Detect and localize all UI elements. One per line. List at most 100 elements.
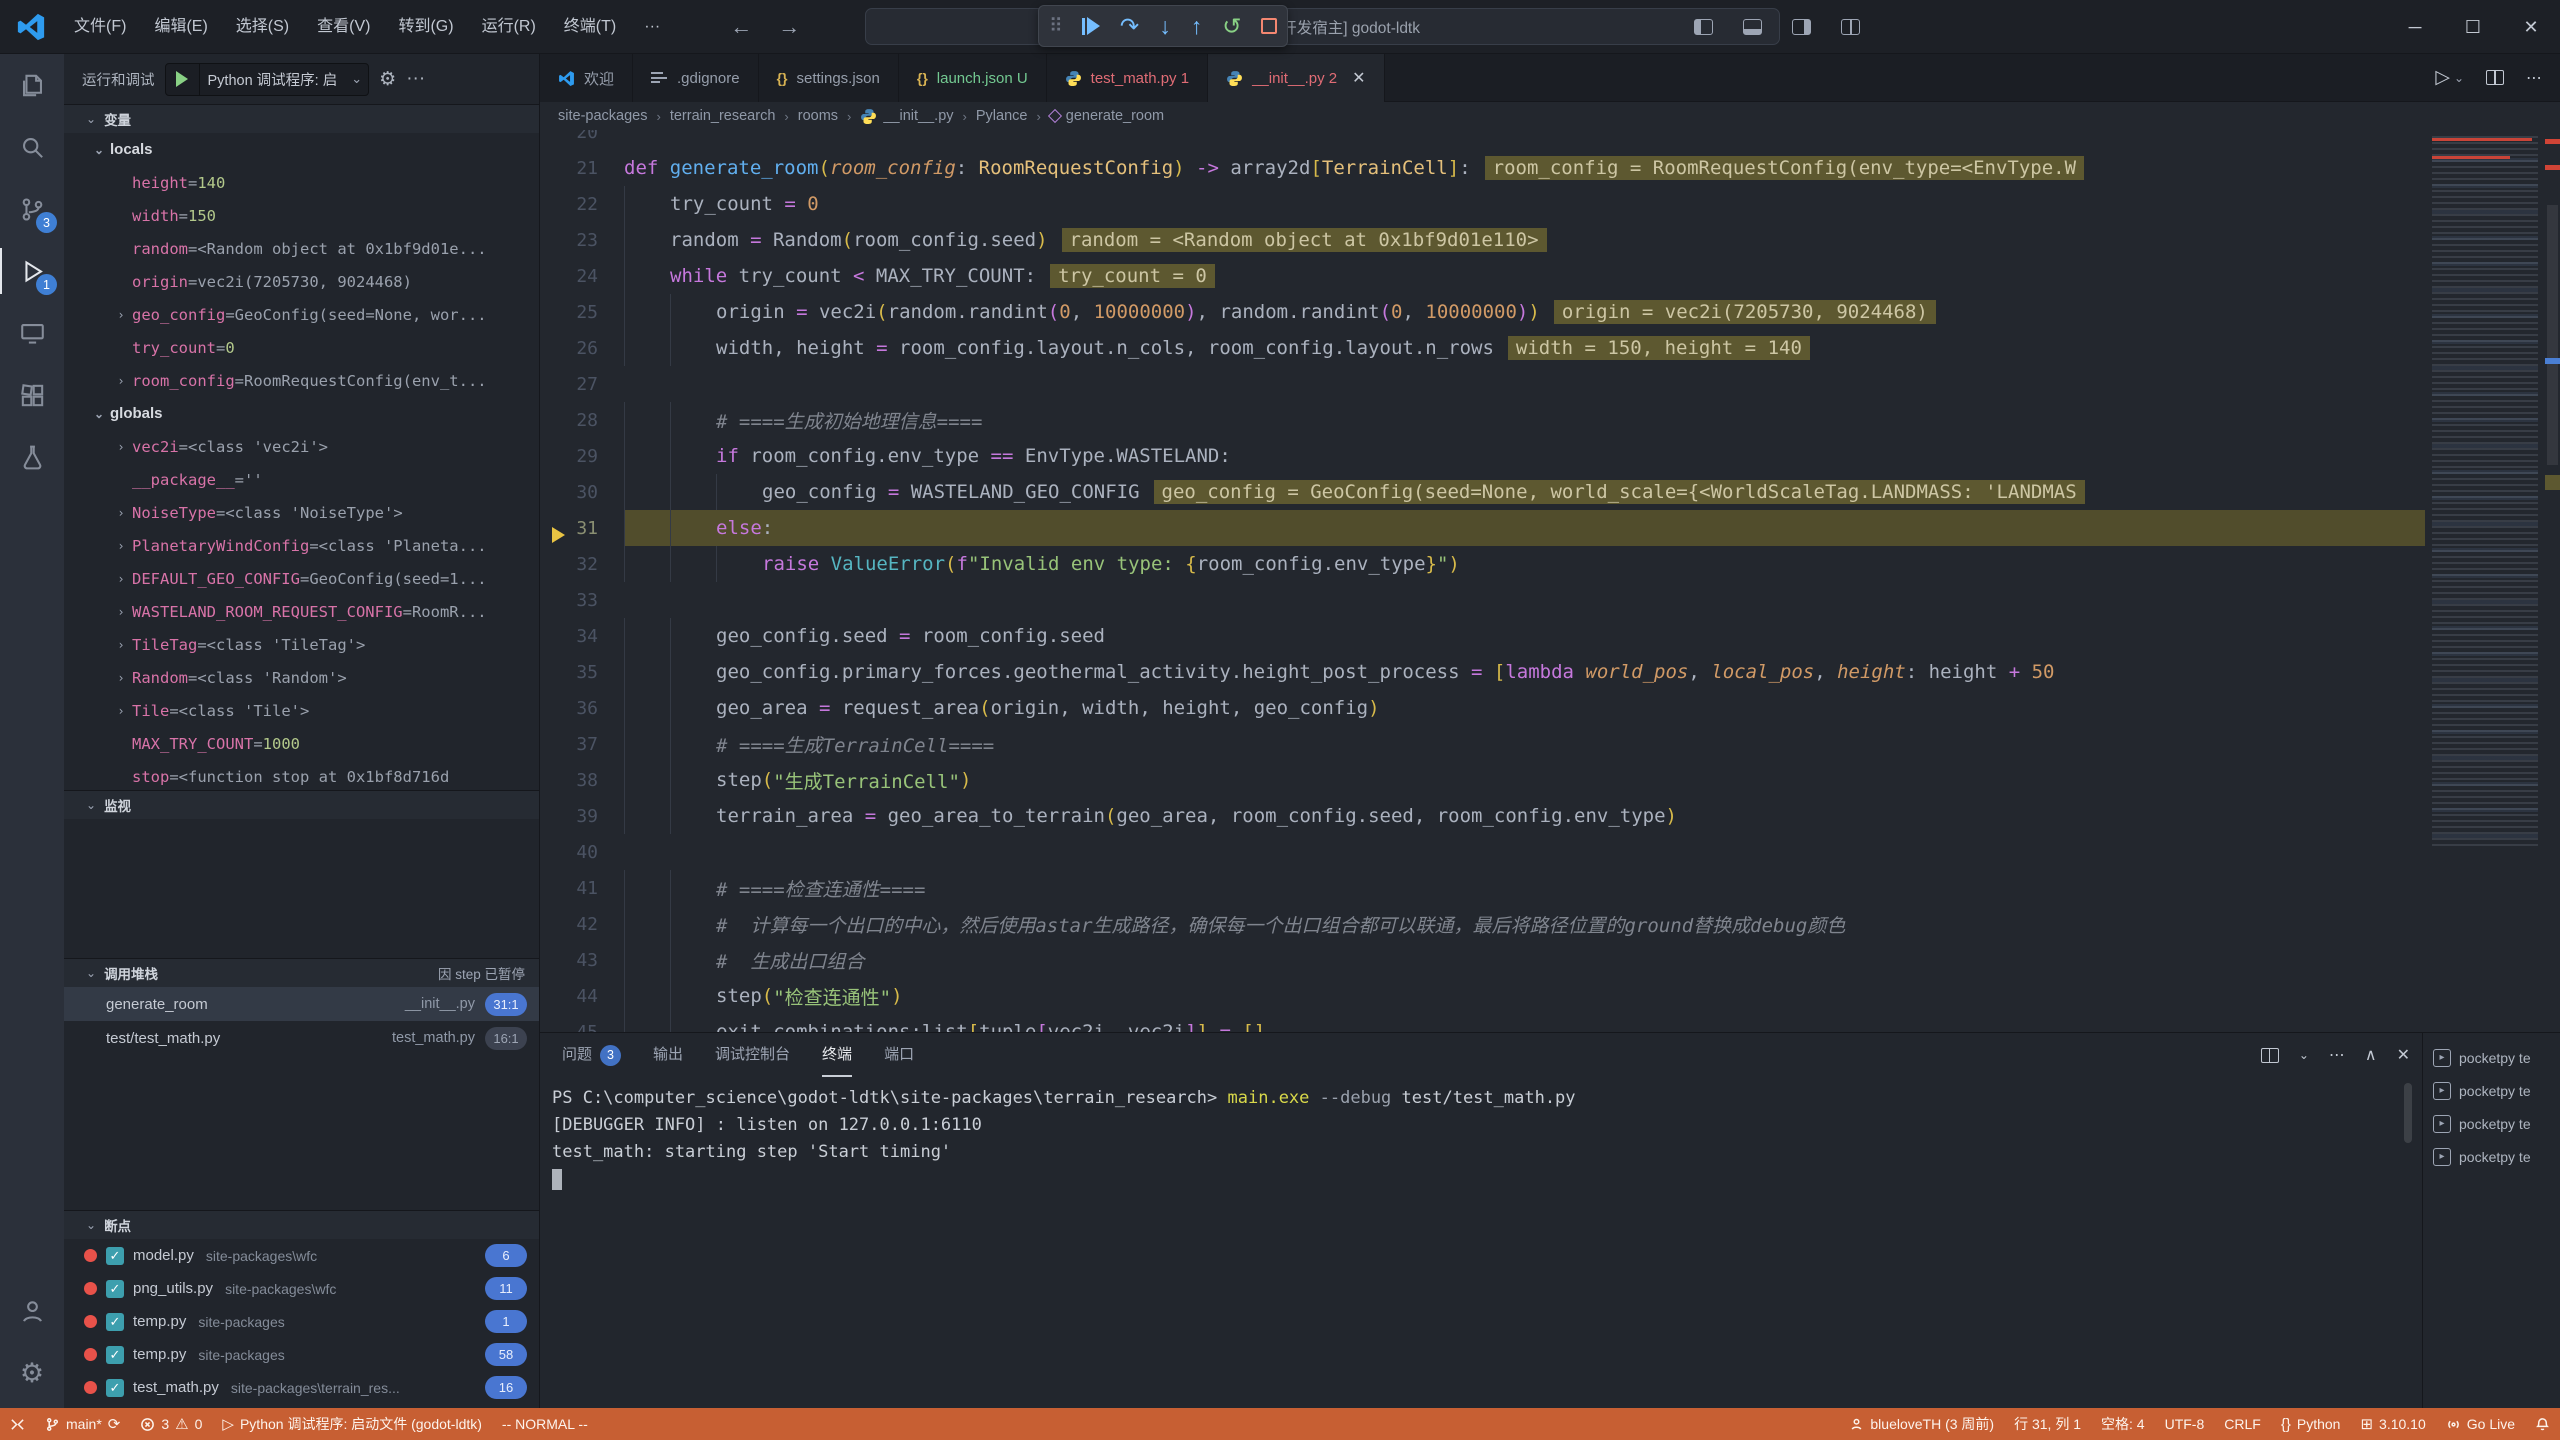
step-over-button[interactable]: ↷ bbox=[1120, 15, 1139, 38]
menu-item-3[interactable]: 查看(V) bbox=[303, 10, 384, 44]
breadcrumb-item[interactable]: __init__.py bbox=[860, 108, 953, 125]
terminal-instance[interactable]: ▸pocketpy te bbox=[2423, 1041, 2560, 1074]
line-number[interactable]: 43 bbox=[540, 950, 624, 971]
restart-button[interactable]: ↺ bbox=[1222, 15, 1241, 38]
breakpoint-row[interactable]: ✓temp.pysite-packages58 bbox=[64, 1338, 539, 1371]
split-editor-icon[interactable] bbox=[2486, 70, 2504, 85]
variable-row[interactable]: ›Random = <class 'Random'> bbox=[64, 661, 539, 694]
variable-row[interactable]: try_count = 0 bbox=[64, 331, 539, 364]
tab-launch-json-u[interactable]: {}launch.json U bbox=[899, 54, 1047, 102]
menu-item-7[interactable]: ··· bbox=[630, 10, 674, 44]
toggle-secondary-sidebar-icon[interactable] bbox=[1792, 19, 1811, 35]
panel-tab-终端[interactable]: 终端 bbox=[822, 1033, 852, 1077]
drag-grip-icon[interactable]: ⠿ bbox=[1049, 17, 1062, 36]
terminal-instance[interactable]: ▸pocketpy te bbox=[2423, 1140, 2560, 1173]
breadcrumb-item[interactable]: generate_room bbox=[1050, 108, 1164, 124]
minimap[interactable] bbox=[2425, 130, 2545, 1032]
chevron-down-icon[interactable]: ⌄ bbox=[2299, 1048, 2309, 1062]
source-control-icon[interactable]: 3 bbox=[0, 178, 64, 240]
menu-item-6[interactable]: 终端(T) bbox=[550, 10, 630, 44]
breadcrumb-item[interactable]: rooms bbox=[798, 108, 838, 124]
panel-more-icon[interactable]: ⋯ bbox=[2329, 1045, 2345, 1065]
tab-test-math-py-1[interactable]: test_math.py 1 bbox=[1047, 54, 1208, 102]
breakpoint-checkbox[interactable]: ✓ bbox=[106, 1346, 124, 1364]
panel-tab-端口[interactable]: 端口 bbox=[884, 1033, 914, 1077]
start-debug-icon[interactable] bbox=[166, 64, 200, 95]
breakpoint-row[interactable]: ✓png_utils.pysite-packages\wfc11 bbox=[64, 1272, 539, 1305]
line-number[interactable]: 44 bbox=[540, 986, 624, 1007]
breakpoint-checkbox[interactable]: ✓ bbox=[106, 1247, 124, 1265]
menu-item-4[interactable]: 转到(G) bbox=[384, 10, 467, 44]
line-number[interactable]: 20 bbox=[540, 130, 624, 143]
customize-layout-icon[interactable] bbox=[1841, 19, 1860, 35]
maximize-button[interactable]: ☐ bbox=[2444, 0, 2502, 54]
git-branch-item[interactable]: main*⟳ bbox=[35, 1408, 130, 1440]
indentation[interactable]: 空格: 4 bbox=[2091, 1408, 2155, 1440]
variable-row[interactable]: height = 140 bbox=[64, 166, 539, 199]
python-runtime[interactable]: ⊞ 3.10.10 bbox=[2350, 1408, 2435, 1440]
line-number[interactable]: 45 bbox=[540, 1022, 624, 1033]
debug-settings-gear-icon[interactable]: ⚙ bbox=[379, 68, 396, 91]
line-number[interactable]: 38 bbox=[540, 770, 624, 791]
tab--[interactable]: 欢迎 bbox=[540, 54, 633, 102]
line-number[interactable]: 37 bbox=[540, 734, 624, 755]
line-number[interactable]: 35 bbox=[540, 662, 624, 683]
variable-row[interactable]: ›NoiseType = <class 'NoiseType'> bbox=[64, 496, 539, 529]
line-number[interactable]: 34 bbox=[540, 626, 624, 647]
variable-row[interactable]: stop = <function stop at 0x1bf8d716d bbox=[64, 760, 539, 790]
run-python-file-button[interactable]: ▷⌄ bbox=[2435, 66, 2464, 89]
line-number[interactable]: 22 bbox=[540, 194, 624, 215]
tab-settings-json[interactable]: {}settings.json bbox=[759, 54, 899, 102]
go-live-item[interactable]: Go Live bbox=[2436, 1408, 2525, 1440]
remote-indicator[interactable] bbox=[0, 1408, 35, 1440]
call-stack-frame[interactable]: generate_room__init__.py31:1 bbox=[64, 987, 539, 1021]
editor-more-icon[interactable]: ⋯ bbox=[2526, 68, 2542, 88]
eol[interactable]: CRLF bbox=[2214, 1408, 2271, 1440]
settings-gear-icon[interactable]: ⚙ bbox=[0, 1342, 64, 1404]
variables-section-header[interactable]: ⌄变量 bbox=[64, 104, 539, 133]
tab--init-py-2[interactable]: __init__.py 2✕ bbox=[1208, 54, 1384, 102]
line-number[interactable]: 39 bbox=[540, 806, 624, 827]
explorer-icon[interactable] bbox=[0, 54, 64, 116]
problems-item[interactable]: 3 ⚠ 0 bbox=[130, 1408, 212, 1440]
remote-explorer-icon[interactable] bbox=[0, 302, 64, 364]
language-mode[interactable]: {} Python bbox=[2271, 1408, 2351, 1440]
toggle-panel-icon[interactable] bbox=[1743, 19, 1762, 35]
search-view-icon[interactable] bbox=[0, 116, 64, 178]
nav-forward-icon[interactable]: → bbox=[778, 14, 800, 40]
variable-row[interactable]: origin = vec2i(7205730, 9024468) bbox=[64, 265, 539, 298]
launch-config-dropdown[interactable]: Python 调试程序: 启 ⌄ bbox=[165, 63, 370, 96]
run-and-debug-icon[interactable]: 1 bbox=[0, 240, 64, 302]
tab--gdignore[interactable]: .gdignore bbox=[633, 54, 759, 102]
debug-more-icon[interactable]: ··· bbox=[406, 68, 425, 90]
breakpoint-checkbox[interactable]: ✓ bbox=[106, 1280, 124, 1298]
line-number[interactable]: 32 bbox=[540, 554, 624, 575]
variable-row[interactable]: ›geo_config = GeoConfig(seed=None, wor..… bbox=[64, 298, 539, 331]
minimize-button[interactable]: ─ bbox=[2386, 0, 2444, 54]
variable-row[interactable]: ›Tile = <class 'Tile'> bbox=[64, 694, 539, 727]
encoding[interactable]: UTF-8 bbox=[2155, 1408, 2215, 1440]
menu-item-5[interactable]: 运行(R) bbox=[468, 10, 550, 44]
variable-row[interactable]: ›vec2i = <class 'vec2i'> bbox=[64, 430, 539, 463]
editor-scrollbar[interactable] bbox=[2545, 130, 2560, 1032]
terminal-output[interactable]: PS C:\computer_science\godot-ldtk\site-p… bbox=[552, 1085, 2410, 1408]
nav-back-icon[interactable]: ← bbox=[730, 14, 752, 40]
line-number[interactable]: 28 bbox=[540, 410, 624, 431]
menu-item-2[interactable]: 选择(S) bbox=[222, 10, 303, 44]
terminal-scrollbar[interactable] bbox=[2404, 1083, 2412, 1143]
variable-row[interactable]: ›room_config = RoomRequestConfig(env_t..… bbox=[64, 364, 539, 397]
breadcrumb-item[interactable]: site-packages bbox=[558, 108, 647, 124]
call-stack-frame[interactable]: test/test_math.pytest_math.py16:1 bbox=[64, 1021, 539, 1055]
variable-row[interactable]: ›PlanetaryWindConfig = <class 'Planeta..… bbox=[64, 529, 539, 562]
close-button[interactable]: ✕ bbox=[2502, 0, 2560, 54]
line-number[interactable]: 41 bbox=[540, 878, 624, 899]
line-number[interactable]: 24 bbox=[540, 266, 624, 287]
extensions-icon[interactable] bbox=[0, 364, 64, 426]
close-tab-icon[interactable]: ✕ bbox=[1352, 68, 1365, 88]
debug-target-item[interactable]: ▷ Python 调试程序: 启动文件 (godot-ldtk) bbox=[212, 1408, 492, 1440]
continue-button[interactable] bbox=[1082, 17, 1100, 35]
step-out-button[interactable]: ↑ bbox=[1191, 15, 1203, 38]
variable-row[interactable]: ›DEFAULT_GEO_CONFIG = GeoConfig(seed=1..… bbox=[64, 562, 539, 595]
line-number[interactable]: 30 bbox=[540, 482, 624, 503]
stop-button[interactable] bbox=[1261, 18, 1277, 34]
